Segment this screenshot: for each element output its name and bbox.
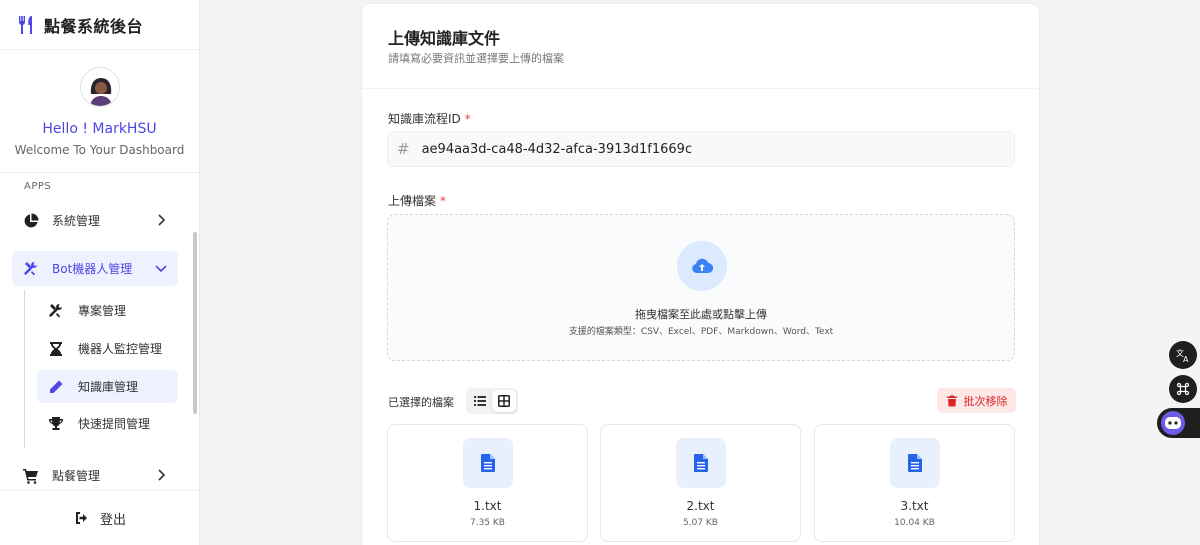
greeting: Hello ! MarkHSU [42, 121, 157, 137]
sidebar-item-label: 系統管理 [52, 214, 101, 228]
submenu-guide-line [24, 290, 25, 448]
trash-icon [946, 395, 957, 406]
hash-icon: # [397, 140, 410, 158]
sidebar-subitem-label: 知識庫管理 [78, 380, 139, 394]
file-dropzone[interactable]: 拖曳檔案至此處或點擊上傳 支援的檔案類型：CSV、Excel、PDF、Markd… [387, 214, 1015, 361]
sidebar-subitem-projects[interactable]: 專案管理 [37, 294, 178, 327]
list-icon [474, 396, 486, 406]
id-label-text: 知識庫流程ID [388, 112, 461, 126]
command-icon [1176, 382, 1190, 396]
chevron-down-icon [155, 265, 167, 273]
svg-text:A: A [1183, 355, 1189, 363]
file-card[interactable]: 3.txt 10.04 KB [814, 424, 1015, 542]
file-card[interactable]: 1.txt 7.35 KB [387, 424, 588, 542]
trophy-icon [47, 415, 65, 433]
assistant-bot-button[interactable] [1157, 408, 1200, 438]
sidebar-item-bot[interactable]: Bot機器人管理 [12, 251, 178, 286]
file-card[interactable]: 2.txt 5.07 KB [600, 424, 801, 542]
sidebar-item-label: 點餐管理 [52, 469, 101, 483]
dropzone-main-text: 拖曳檔案至此處或點擊上傳 [635, 308, 767, 321]
file-name: 3.txt [900, 499, 929, 513]
tools-icon [47, 302, 65, 320]
brand[interactable]: 點餐系統後台 [0, 0, 199, 50]
translate-button[interactable]: 文A [1169, 341, 1197, 369]
sidebar-item-system[interactable]: 系統管理 [12, 203, 178, 238]
pencil-icon [47, 378, 65, 396]
sidebar-subitem-label: 快速提問管理 [78, 417, 151, 431]
avatar[interactable] [79, 67, 120, 107]
list-view-button[interactable] [468, 390, 492, 412]
file-icon [890, 438, 940, 488]
file-icon [676, 438, 726, 488]
nav-section-label: APPS [24, 181, 52, 192]
profile: Hello ! MarkHSU Welcome To Your Dashboar… [0, 50, 199, 173]
sidebar-subitem-bot-monitor[interactable]: 機器人監控管理 [37, 332, 178, 365]
file-icon [463, 438, 513, 488]
sidebar-subitem-knowledge[interactable]: 知識庫管理 [37, 370, 178, 403]
logout-label: 登出 [99, 512, 126, 528]
chevron-right-icon [158, 469, 166, 481]
dropzone-sub-text: 支援的檔案類型：CSV、Excel、PDF、Markdown、Word、Text [568, 327, 834, 337]
sidebar-scrollbar[interactable] [193, 232, 197, 414]
file-name: 1.txt [473, 499, 502, 513]
knowledge-id-input[interactable]: # ae94aa3d-ca48-4d32-afca-3913d1f1669c [387, 131, 1015, 167]
sidebar-item-label: Bot機器人管理 [52, 262, 133, 276]
grid-view-button[interactable] [492, 390, 516, 412]
shortcut-button[interactable] [1169, 375, 1197, 403]
selected-files-label: 已選擇的檔案 [388, 396, 454, 409]
divider [362, 88, 1039, 89]
sidebar-item-ordering[interactable]: 點餐管理 [12, 458, 178, 493]
logout-button[interactable]: 登出 [74, 509, 126, 528]
id-field-label: 知識庫流程ID * [388, 110, 471, 127]
bot-icon [1161, 411, 1185, 435]
page-subtitle: 請填寫必要資訊並選擇要上傳的檔案 [388, 52, 564, 65]
batch-remove-button[interactable]: 批次移除 [937, 388, 1016, 413]
cloud-upload-icon [677, 241, 727, 291]
translate-icon: 文A [1176, 348, 1189, 363]
page-title: 上傳知識庫文件 [388, 29, 501, 48]
pie-chart-icon [22, 212, 40, 230]
view-toggle [466, 388, 518, 414]
file-size: 7.35 KB [470, 518, 505, 528]
knowledge-id-value: ae94aa3d-ca48-4d32-afca-3913d1f1669c [421, 141, 693, 157]
sidebar-subitem-label: 專案管理 [78, 304, 127, 318]
welcome-text: Welcome To Your Dashboard [14, 143, 185, 157]
utensils-icon [19, 15, 32, 34]
required-mark: * [464, 112, 471, 126]
sidebar: 點餐系統後台 Hello ! MarkHSU Welcome To Your D… [0, 0, 200, 545]
hourglass-icon [47, 340, 65, 358]
upload-field-label: 上傳檔案 * [388, 192, 446, 209]
sidebar-subitem-quick-questions[interactable]: 快速提問管理 [37, 407, 178, 440]
file-name: 2.txt [686, 499, 715, 513]
logout-area: 登出 [0, 490, 200, 545]
tools-icon [22, 260, 40, 278]
chevron-right-icon [158, 214, 166, 226]
sidebar-subitem-label: 機器人監控管理 [78, 342, 163, 356]
upload-card: 上傳知識庫文件 請填寫必要資訊並選擇要上傳的檔案 知識庫流程ID * # ae94… [361, 3, 1040, 545]
grid-icon [498, 395, 510, 407]
app-title: 點餐系統後台 [44, 16, 144, 36]
file-size: 10.04 KB [894, 518, 935, 528]
cart-icon [22, 467, 40, 485]
required-mark: * [440, 194, 447, 208]
batch-remove-label: 批次移除 [963, 394, 1008, 408]
file-size: 5.07 KB [683, 518, 718, 528]
sign-out-icon [75, 512, 87, 524]
upload-label-text: 上傳檔案 [388, 194, 437, 208]
